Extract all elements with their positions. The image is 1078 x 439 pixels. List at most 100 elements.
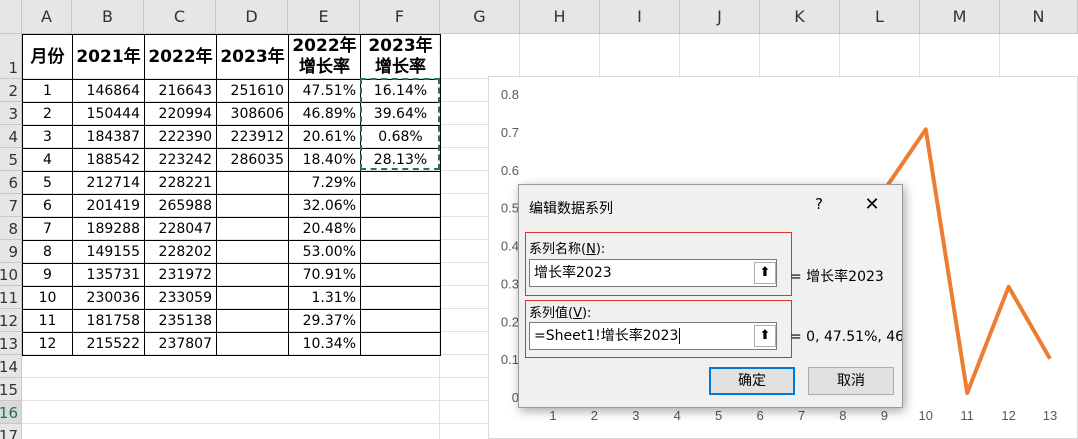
- table-cell[interactable]: 189288: [72, 217, 145, 241]
- table-cell[interactable]: 20.61%: [288, 125, 361, 149]
- column-header[interactable]: D: [216, 0, 288, 34]
- table-cell[interactable]: 230036: [72, 286, 145, 310]
- table-cell[interactable]: 47.51%: [288, 79, 361, 103]
- table-cell[interactable]: 135731: [72, 263, 145, 287]
- row-header[interactable]: 17: [0, 424, 22, 439]
- table-cell[interactable]: [216, 263, 289, 287]
- table-cell[interactable]: 7.29%: [288, 171, 361, 195]
- header-cell[interactable]: 2021年: [72, 34, 145, 80]
- table-cell[interactable]: 235138: [144, 309, 217, 333]
- row-header[interactable]: 11: [0, 286, 22, 309]
- row-header[interactable]: 15: [0, 378, 22, 401]
- table-cell[interactable]: [360, 309, 441, 333]
- table-cell[interactable]: 220994: [144, 102, 217, 126]
- table-cell[interactable]: [360, 240, 441, 264]
- row-header[interactable]: 1: [0, 34, 22, 79]
- table-cell[interactable]: [216, 217, 289, 241]
- table-cell[interactable]: 228221: [144, 171, 217, 195]
- table-cell[interactable]: 39.64%: [360, 102, 441, 126]
- table-cell[interactable]: 146864: [72, 79, 145, 103]
- row-header[interactable]: 9: [0, 240, 22, 263]
- column-header[interactable]: J: [680, 0, 760, 34]
- row-header[interactable]: 13: [0, 332, 22, 355]
- column-header[interactable]: E: [288, 0, 360, 34]
- series-values-input[interactable]: =Sheet1!增长率2023: [529, 322, 777, 350]
- table-cell[interactable]: 29.37%: [288, 309, 361, 333]
- table-cell[interactable]: [216, 332, 289, 356]
- series-line[interactable]: [882, 127, 1052, 395]
- header-cell[interactable]: 2023年: [216, 34, 289, 80]
- column-header[interactable]: N: [1000, 0, 1078, 34]
- column-header[interactable]: G: [440, 0, 520, 34]
- table-cell[interactable]: 1: [22, 79, 73, 103]
- row-header[interactable]: 4: [0, 125, 22, 148]
- table-cell[interactable]: 233059: [144, 286, 217, 310]
- table-cell[interactable]: 32.06%: [288, 194, 361, 218]
- table-cell[interactable]: 308606: [216, 102, 289, 126]
- table-cell[interactable]: 216643: [144, 79, 217, 103]
- select-all-corner[interactable]: [0, 0, 22, 34]
- row-header[interactable]: 16: [0, 401, 22, 424]
- table-cell[interactable]: 223242: [144, 148, 217, 172]
- table-cell[interactable]: [360, 171, 441, 195]
- table-cell[interactable]: 4: [22, 148, 73, 172]
- ok-button[interactable]: 确定: [709, 367, 795, 395]
- table-cell[interactable]: [360, 286, 441, 310]
- table-cell[interactable]: 223912: [216, 125, 289, 149]
- table-cell[interactable]: 46.89%: [288, 102, 361, 126]
- table-cell[interactable]: 20.48%: [288, 217, 361, 241]
- column-header[interactable]: A: [22, 0, 72, 34]
- column-header[interactable]: K: [760, 0, 840, 34]
- table-cell[interactable]: [216, 194, 289, 218]
- table-cell[interactable]: 3: [22, 125, 73, 149]
- edit-series-dialog[interactable]: 编辑数据系列 ? ✕ 系列名称(N): 增长率2023 ⬆ = 增长率2023 …: [518, 184, 903, 408]
- table-cell[interactable]: 228202: [144, 240, 217, 264]
- table-cell[interactable]: 228047: [144, 217, 217, 241]
- row-header[interactable]: 8: [0, 217, 22, 240]
- table-cell[interactable]: [360, 217, 441, 241]
- series-values-collapse-icon[interactable]: ⬆: [754, 325, 776, 347]
- table-cell[interactable]: 5: [22, 171, 73, 195]
- table-cell[interactable]: 212714: [72, 171, 145, 195]
- series-name-collapse-icon[interactable]: ⬆: [754, 262, 776, 284]
- table-cell[interactable]: 70.91%: [288, 263, 361, 287]
- table-cell[interactable]: [216, 171, 289, 195]
- close-icon[interactable]: ✕: [859, 193, 885, 217]
- column-header[interactable]: H: [520, 0, 600, 34]
- table-cell[interactable]: 149155: [72, 240, 145, 264]
- header-cell[interactable]: 2022年 增长率: [288, 34, 361, 80]
- table-cell[interactable]: [360, 332, 441, 356]
- series-name-input[interactable]: 增长率2023: [529, 259, 777, 287]
- table-cell[interactable]: 6: [22, 194, 73, 218]
- table-cell[interactable]: [360, 194, 441, 218]
- table-cell[interactable]: 8: [22, 240, 73, 264]
- table-cell[interactable]: 16.14%: [360, 79, 441, 103]
- table-cell[interactable]: 1.31%: [288, 286, 361, 310]
- table-cell[interactable]: [360, 263, 441, 287]
- table-cell[interactable]: 265988: [144, 194, 217, 218]
- table-cell[interactable]: 188542: [72, 148, 145, 172]
- row-header[interactable]: 10: [0, 263, 22, 286]
- table-cell[interactable]: [216, 240, 289, 264]
- table-cell[interactable]: 201419: [72, 194, 145, 218]
- column-header[interactable]: M: [920, 0, 1000, 34]
- header-cell[interactable]: 2022年: [144, 34, 217, 80]
- table-cell[interactable]: [216, 286, 289, 310]
- row-header[interactable]: 5: [0, 148, 22, 171]
- table-cell[interactable]: 181758: [72, 309, 145, 333]
- table-cell[interactable]: 237807: [144, 332, 217, 356]
- cancel-button[interactable]: 取消: [808, 367, 894, 395]
- table-cell[interactable]: 18.40%: [288, 148, 361, 172]
- table-cell[interactable]: 11: [22, 309, 73, 333]
- table-cell[interactable]: 7: [22, 217, 73, 241]
- column-header[interactable]: C: [144, 0, 216, 34]
- table-cell[interactable]: 231972: [144, 263, 217, 287]
- table-cell[interactable]: 12: [22, 332, 73, 356]
- table-cell[interactable]: 10: [22, 286, 73, 310]
- header-cell[interactable]: 2023年 增长率: [360, 34, 441, 80]
- row-header[interactable]: 2: [0, 79, 22, 102]
- row-header[interactable]: 14: [0, 355, 22, 378]
- table-cell[interactable]: 28.13%: [360, 148, 441, 172]
- column-header[interactable]: L: [840, 0, 920, 34]
- table-cell[interactable]: 2: [22, 102, 73, 126]
